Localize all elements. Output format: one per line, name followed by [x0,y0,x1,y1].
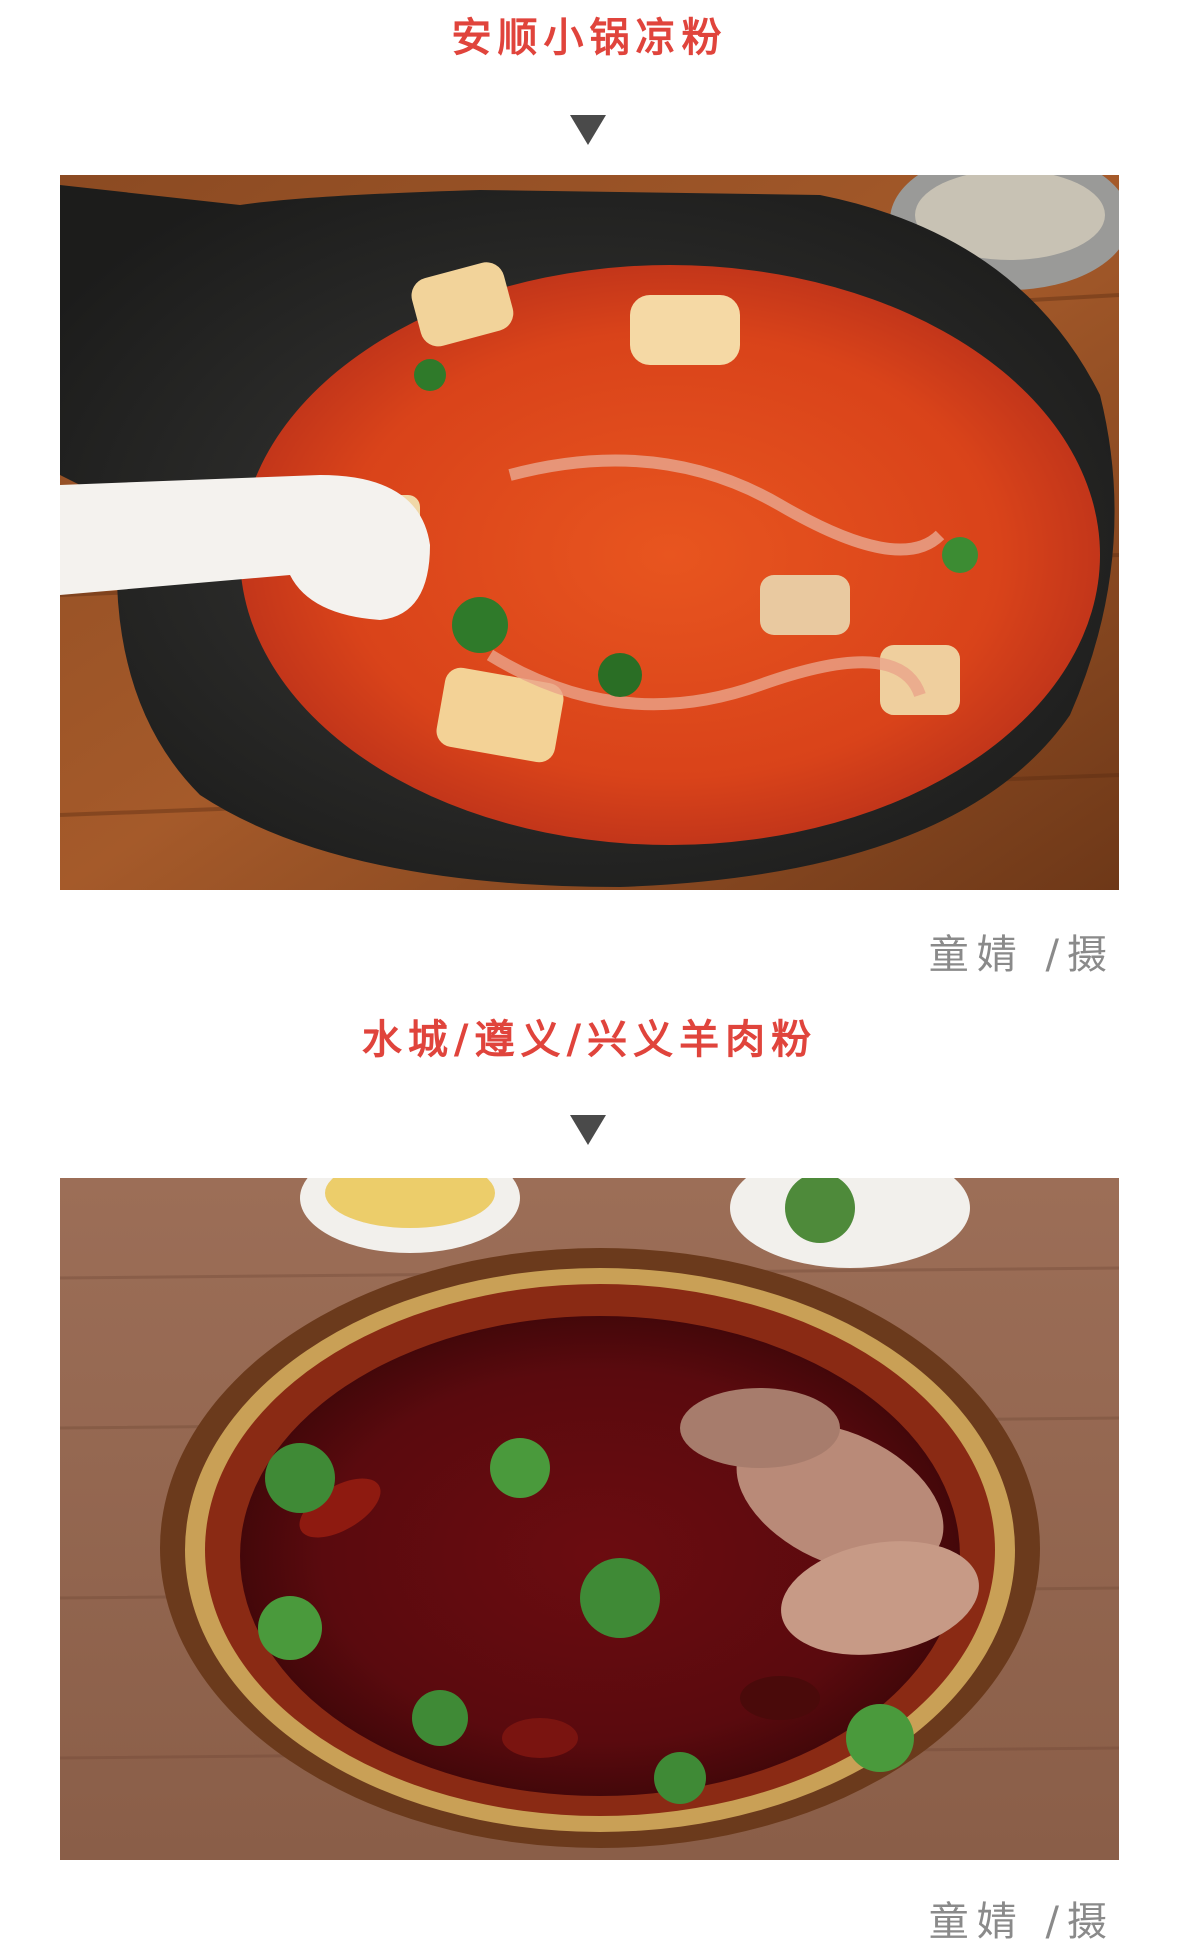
down-triangle-icon [570,1115,606,1145]
photo-credit: 童婧 /摄 [928,1899,1115,1945]
section-title: 水城/遵义/兴义羊肉粉 [361,1017,818,1063]
down-triangle-icon [570,115,606,145]
photo-liangfen [60,175,1119,890]
photo-mutton-noodles [60,1178,1119,1860]
photo-credit: 童婧 /摄 [928,932,1115,978]
section-title: 安顺小锅凉粉 [451,15,728,61]
photo-mutton-noodles-illustration [60,1178,1119,1860]
photo-liangfen-illustration [60,175,1119,890]
